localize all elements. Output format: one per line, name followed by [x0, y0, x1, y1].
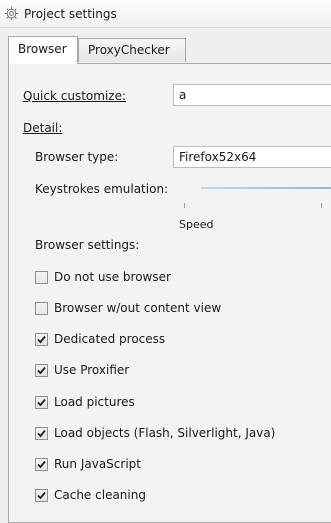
checkbox-box[interactable]	[35, 458, 48, 471]
slider-tick	[321, 203, 322, 208]
window-title: Project settings	[24, 7, 117, 21]
tab-browser-label: Browser	[18, 42, 67, 56]
checkbox-label: Run JavaScript	[54, 457, 141, 471]
checkbox-label: Dedicated process	[54, 332, 166, 346]
tab-browser[interactable]: Browser	[8, 36, 78, 64]
checkmark-icon	[37, 398, 46, 407]
checkbox-box[interactable]	[35, 333, 48, 346]
checkbox-label: Browser w/out content view	[54, 301, 222, 315]
quick-customize-label[interactable]: Quick customize:	[23, 89, 126, 103]
detail-label[interactable]: Detail:	[23, 121, 62, 135]
tab-proxychecker[interactable]: ProxyChecker	[78, 38, 186, 62]
checkbox-box[interactable]	[35, 396, 48, 409]
checkbox-label: Cache cleaning	[54, 488, 146, 502]
browser-settings-label: Browser settings:	[35, 238, 140, 252]
checkmark-icon	[37, 460, 46, 469]
checkmark-icon	[37, 429, 46, 438]
gear-icon	[4, 6, 19, 21]
checkmark-icon	[37, 491, 46, 500]
slider-tick	[184, 203, 185, 208]
checkbox-label: Use Proxifier	[54, 363, 130, 377]
keystrokes-emulation-label: Keystrokes emulation:	[35, 182, 169, 196]
keystrokes-slider[interactable]	[201, 187, 331, 189]
checkbox-box[interactable]	[35, 427, 48, 440]
browser-type-label: Browser type:	[35, 150, 119, 164]
title-bar: Project settings	[0, 0, 331, 28]
slider-speed-caption: Speed	[179, 218, 214, 231]
checkbox-label: Load objects (Flash, Silverlight, Java)	[54, 426, 276, 440]
browser-type-field[interactable]: Firefox52x64	[173, 146, 331, 168]
quick-customize-field[interactable]: a	[173, 84, 331, 106]
tab-proxychecker-label: ProxyChecker	[88, 43, 170, 57]
checkmark-icon	[37, 366, 46, 375]
checkbox-box[interactable]	[35, 302, 48, 315]
checkbox-label: Load pictures	[54, 395, 135, 409]
checkbox-box[interactable]	[35, 271, 48, 284]
checkmark-icon	[37, 335, 46, 344]
checkbox-label: Do not use browser	[54, 270, 171, 284]
checkbox-box[interactable]	[35, 364, 48, 377]
checkbox-box[interactable]	[35, 489, 48, 502]
